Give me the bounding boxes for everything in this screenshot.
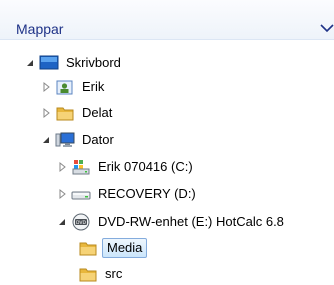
collapsed-arrow-icon[interactable] — [40, 81, 52, 93]
tree-item-label: Dator — [82, 132, 114, 147]
folder-icon — [78, 265, 98, 283]
tree-item-label: DVD-RW-enhet (E:) HotCalc 6.8 — [98, 214, 284, 229]
tree-item-dator[interactable]: Dator — [40, 129, 117, 151]
expanded-arrow-icon[interactable] — [40, 134, 52, 146]
tree-item-drive-e[interactable]: DVD DVD-RW-enhet (E:) HotCalc 6.8 — [56, 211, 287, 233]
tree-item-label: Erik — [82, 79, 105, 94]
tree-item-skrivbord[interactable]: Skrivbord — [24, 52, 124, 74]
chevron-down-icon[interactable] — [320, 22, 334, 34]
tree-item-label: Skrivbord — [66, 55, 121, 70]
desktop-icon — [39, 54, 59, 72]
windows-drive-icon — [71, 158, 91, 176]
tree-item-erik[interactable]: Erik — [40, 76, 107, 98]
user-folder-icon — [55, 78, 75, 96]
folder-icon — [55, 104, 75, 122]
tree-item-label: Delat — [82, 105, 113, 120]
tree-item-drive-d[interactable]: RECOVERY (D:) — [56, 183, 199, 205]
tree-item-label: src — [105, 266, 123, 281]
tree-item-label: RECOVERY (D:) — [98, 186, 196, 201]
panel-title: Mappar — [16, 21, 64, 37]
expanded-arrow-icon[interactable] — [24, 57, 36, 69]
drive-icon — [71, 185, 91, 203]
tree-item-label: Media — [102, 238, 148, 258]
tree-item-label: Erik 070416 (C:) — [98, 159, 193, 174]
collapsed-arrow-icon[interactable] — [40, 107, 52, 119]
expanded-arrow-icon[interactable] — [56, 216, 68, 228]
collapsed-arrow-icon[interactable] — [56, 188, 68, 200]
tree-item-delat[interactable]: Delat — [40, 102, 115, 124]
collapsed-arrow-icon[interactable] — [56, 161, 68, 173]
tree-item-media[interactable]: Media — [78, 237, 148, 259]
tree-item-src[interactable]: src — [78, 263, 125, 285]
computer-icon — [55, 131, 75, 149]
tree-item-drive-c[interactable]: Erik 070416 (C:) — [56, 156, 196, 178]
dvd-drive-icon: DVD — [71, 213, 91, 231]
panel-header[interactable]: Mappar — [0, 0, 334, 40]
folder-icon — [78, 239, 98, 257]
svg-text:DVD: DVD — [76, 220, 86, 226]
